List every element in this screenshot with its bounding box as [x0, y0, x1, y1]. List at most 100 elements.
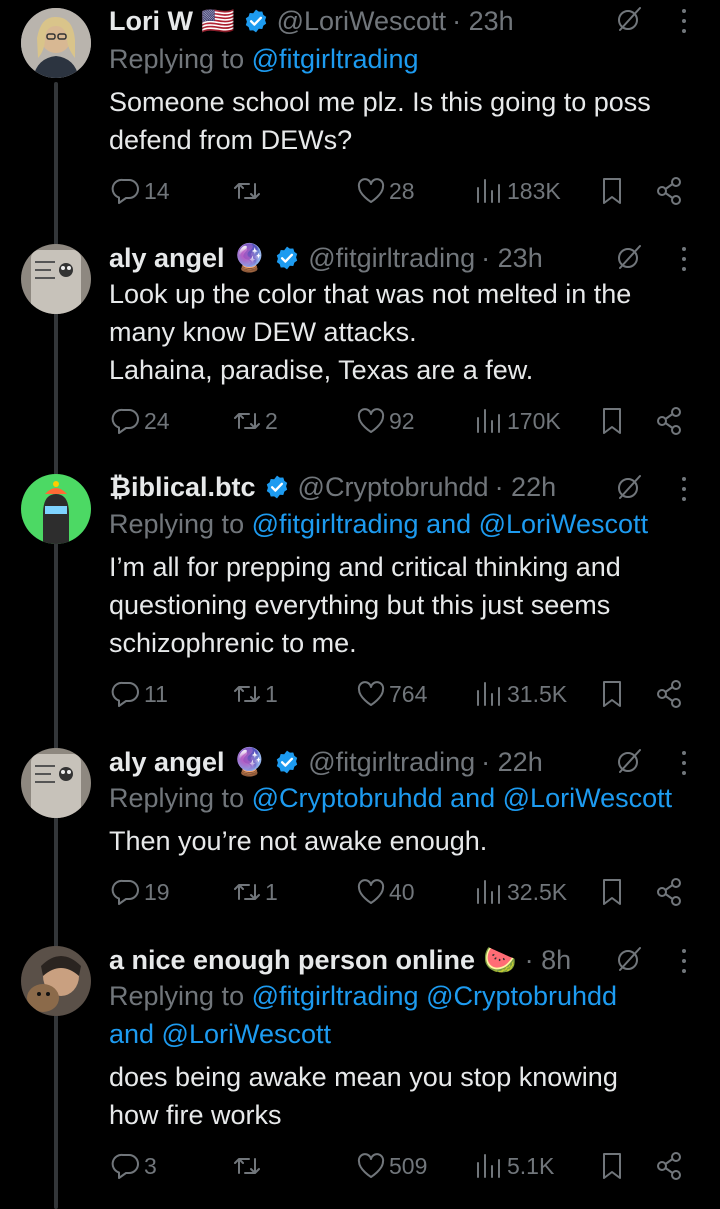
- mention-link[interactable]: @fitgirltrading and @LoriWescott: [252, 509, 648, 539]
- retweet-button[interactable]: [232, 1148, 265, 1184]
- bookmark-icon: [603, 408, 621, 434]
- retweet-icon: [234, 884, 260, 900]
- like-button[interactable]: 40: [356, 874, 415, 910]
- replying-to: Replying to @Cryptobruhdd and @LoriWesco…: [109, 779, 672, 817]
- like-count: 28: [389, 177, 415, 204]
- views-button[interactable]: 32.5K: [474, 874, 567, 910]
- bookmark-icon: [603, 1153, 621, 1179]
- grok-icon[interactable]: [614, 746, 644, 776]
- author-handle[interactable]: @Cryptobruhdd: [298, 472, 489, 503]
- tweet-text-line: Look up the color that was not melted in…: [109, 279, 632, 309]
- mention-link[interactable]: and @LoriWescott: [109, 1019, 331, 1049]
- reply-icon: [111, 408, 139, 434]
- more-icon[interactable]: [678, 946, 690, 976]
- tweet-text-line: how fire works: [109, 1100, 282, 1130]
- retweet-button[interactable]: [232, 173, 265, 209]
- retweet-button[interactable]: 2: [232, 403, 278, 439]
- verified-badge-icon: [245, 9, 266, 33]
- timestamp[interactable]: · 23h: [481, 243, 543, 274]
- avatar[interactable]: [21, 244, 91, 314]
- share-button[interactable]: [654, 874, 684, 910]
- like-button[interactable]: 28: [356, 173, 415, 209]
- bookmark-button[interactable]: [597, 1148, 627, 1184]
- author-handle[interactable]: @fitgirltrading: [308, 243, 475, 274]
- avatar[interactable]: [21, 474, 91, 544]
- share-button[interactable]: [654, 403, 684, 439]
- avatar[interactable]: [21, 748, 91, 818]
- share-button[interactable]: [654, 1148, 684, 1184]
- author-handle[interactable]: @LoriWescott: [277, 6, 446, 37]
- retweet-button[interactable]: 1: [232, 676, 278, 712]
- reply-button[interactable]: 24: [111, 403, 170, 439]
- more-icon[interactable]: [678, 748, 690, 778]
- mention-link[interactable]: @Cryptobruhdd and @LoriWescott: [252, 783, 673, 813]
- bookmark-button[interactable]: [597, 173, 627, 209]
- tweet-actions: 3 509 5.1K: [0, 1148, 720, 1184]
- grok-icon[interactable]: [614, 4, 644, 34]
- mention-link[interactable]: @fitgirltrading: [252, 44, 419, 74]
- timestamp[interactable]: · 22h: [495, 472, 557, 503]
- like-count: 92: [389, 407, 415, 434]
- bookmark-button[interactable]: [597, 874, 627, 910]
- tweet-text-line: questioning everything but this just see…: [109, 590, 611, 620]
- share-button[interactable]: [654, 173, 684, 209]
- reply-count: 3: [144, 1152, 157, 1179]
- like-icon: [357, 681, 385, 706]
- retweet-icon: [234, 1158, 260, 1174]
- share-button[interactable]: [654, 676, 684, 712]
- timestamp[interactable]: · 23h: [452, 6, 514, 37]
- like-button[interactable]: 509: [356, 1148, 427, 1184]
- reply-button[interactable]: 11: [111, 676, 168, 712]
- views-button[interactable]: 5.1K: [474, 1148, 554, 1184]
- reply-icon: [111, 681, 139, 707]
- grok-icon[interactable]: [614, 242, 644, 272]
- replying-to: Replying to @fitgirltrading @Cryptobruhd…: [109, 977, 617, 1015]
- tweet-actions: 14 28 183K: [0, 173, 720, 209]
- replying-to-continued: and @LoriWescott: [109, 1015, 331, 1053]
- more-icon[interactable]: [678, 6, 690, 36]
- grok-icon[interactable]: [614, 472, 644, 502]
- reply-icon: [111, 178, 139, 204]
- tweet-actions: 19 1 40 32.5K: [0, 874, 720, 910]
- like-icon: [357, 178, 385, 203]
- author-name[interactable]: aly angel: [109, 747, 225, 778]
- watermelon-emoji: 🍉: [483, 945, 517, 975]
- crystal-ball-emoji: 🔮: [232, 747, 267, 777]
- avatar[interactable]: [21, 946, 91, 1016]
- views-count: 5.1K: [507, 1152, 555, 1179]
- like-button[interactable]: 92: [356, 403, 415, 439]
- retweet-button[interactable]: 1: [232, 874, 278, 910]
- verified-badge-icon: [277, 246, 298, 270]
- mention-link[interactable]: @fitgirltrading @Cryptobruhdd: [252, 981, 617, 1011]
- views-count: 31.5K: [507, 680, 568, 707]
- bookmark-button[interactable]: [597, 403, 627, 439]
- reply-button[interactable]: 14: [111, 173, 170, 209]
- author-name[interactable]: ₿iblical.btc: [109, 472, 256, 503]
- author-name[interactable]: a nice enough person online: [109, 945, 475, 976]
- bookmark-button[interactable]: [597, 676, 627, 712]
- more-icon[interactable]: [678, 244, 690, 274]
- tweet-actions: 11 1 764 31.5K: [0, 676, 720, 712]
- more-icon[interactable]: [678, 474, 690, 504]
- author-name[interactable]: Lori W: [109, 6, 193, 37]
- tweet-header: ₿iblical.btc @Cryptobruhdd · 22h: [109, 468, 556, 506]
- avatar[interactable]: [21, 8, 91, 78]
- views-icon: [477, 179, 500, 203]
- retweet-icon: [234, 413, 260, 429]
- timestamp[interactable]: · 8h: [525, 945, 572, 976]
- like-icon: [357, 408, 385, 433]
- like-button[interactable]: 764: [356, 676, 427, 712]
- author-name[interactable]: aly angel: [109, 243, 225, 274]
- tweet-text-line: does being awake mean you stop knowing: [109, 1062, 618, 1092]
- grok-icon[interactable]: [614, 944, 644, 974]
- verified-badge-icon: [277, 750, 298, 774]
- reply-button[interactable]: 19: [111, 874, 170, 910]
- author-handle[interactable]: @fitgirltrading: [308, 747, 475, 778]
- views-button[interactable]: 170K: [474, 403, 561, 439]
- views-button[interactable]: 183K: [474, 173, 561, 209]
- tweet-header: a nice enough person online 🍉 · 8h: [109, 941, 571, 979]
- reply-button[interactable]: 3: [111, 1148, 157, 1184]
- views-button[interactable]: 31.5K: [474, 676, 567, 712]
- bookmark-icon: [603, 681, 621, 707]
- timestamp[interactable]: · 22h: [481, 747, 543, 778]
